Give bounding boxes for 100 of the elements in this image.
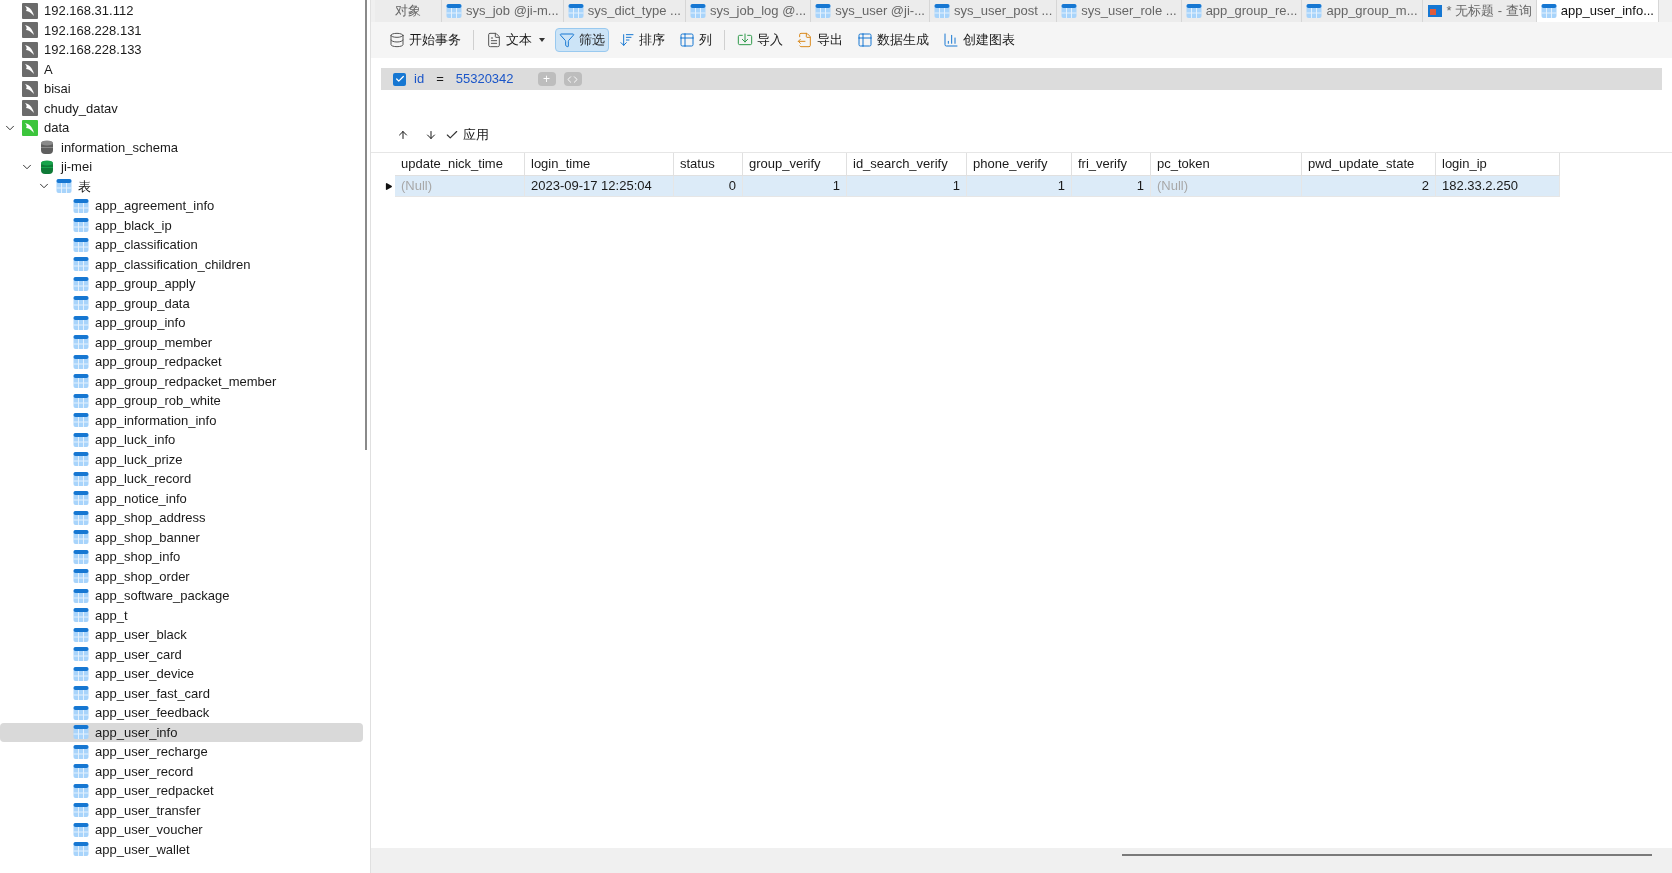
- apply-button[interactable]: 应用: [445, 125, 489, 145]
- tree-item[interactable]: app_group_redpacket: [0, 352, 363, 372]
- toolbar-button[interactable]: 数据生成: [853, 28, 933, 52]
- tree-item[interactable]: app_user_record: [0, 761, 363, 781]
- tree-item[interactable]: app_group_apply: [0, 274, 363, 294]
- table-cell: (Null): [1151, 176, 1302, 197]
- tree-item[interactable]: app_user_card: [0, 644, 363, 664]
- table-icon: [73, 509, 89, 526]
- tree-label: app_luck_prize: [95, 450, 183, 469]
- move-up-icon[interactable]: [397, 129, 409, 141]
- tab[interactable]: sys_job_log @...: [685, 0, 812, 22]
- filter-icon: [559, 32, 575, 48]
- toolbar-button[interactable]: 导入: [733, 28, 787, 52]
- tree-item[interactable]: app_group_info: [0, 313, 363, 333]
- tab[interactable]: sys_dict_type ...: [563, 0, 686, 22]
- tree-label: A: [44, 60, 53, 79]
- table-cell: 1: [847, 176, 967, 197]
- table-icon: [56, 178, 72, 195]
- tab[interactable]: app_user_info...: [1536, 0, 1659, 22]
- tree-label: app_shop_banner: [95, 528, 200, 547]
- tree-item[interactable]: app_user_transfer: [0, 800, 363, 820]
- tree-item[interactable]: app_group_rob_white: [0, 391, 363, 411]
- toolbar-button[interactable]: 列: [675, 28, 716, 52]
- tab[interactable]: sys_user_role ...: [1057, 0, 1182, 22]
- table-cell: 1: [967, 176, 1072, 197]
- tree-item[interactable]: app_classification_children: [0, 254, 363, 274]
- table-icon: [73, 353, 89, 370]
- scrollbar[interactable]: [365, 0, 367, 450]
- tree-item[interactable]: app_notice_info: [0, 488, 363, 508]
- tree-item[interactable]: chudy_datav: [0, 98, 363, 118]
- tree-item[interactable]: app_shop_info: [0, 547, 363, 567]
- tab[interactable]: app_group_re...: [1181, 0, 1303, 22]
- tree-item[interactable]: A: [0, 59, 363, 79]
- table-icon: [1061, 3, 1078, 19]
- tree-item[interactable]: app_user_voucher: [0, 820, 363, 840]
- filter-checkbox[interactable]: [393, 72, 406, 86]
- tree-item[interactable]: app_black_ip: [0, 215, 363, 235]
- toolbar-button[interactable]: 创建图表: [939, 28, 1019, 52]
- tree-item[interactable]: app_t: [0, 605, 363, 625]
- horizontal-scrollbar[interactable]: [1122, 854, 1652, 856]
- tab[interactable]: sys_user @ji-...: [811, 0, 930, 22]
- table-icon: [689, 3, 706, 19]
- tree-item[interactable]: app_user_recharge: [0, 742, 363, 762]
- tree-item[interactable]: 表: [0, 176, 363, 196]
- tree-item[interactable]: information_schema: [0, 137, 363, 157]
- toolbar-button[interactable]: 排序: [615, 28, 669, 52]
- filter-value[interactable]: 55320342: [455, 69, 514, 89]
- tab[interactable]: 对象: [375, 0, 442, 22]
- filter-field[interactable]: id: [414, 69, 425, 89]
- tree-item[interactable]: 192.168.31.112: [0, 1, 363, 21]
- tree-item[interactable]: app_group_data: [0, 293, 363, 313]
- move-down-icon[interactable]: [425, 129, 437, 141]
- table-cell: 182.33.2.250: [1436, 176, 1560, 197]
- tab[interactable]: app_group_m...: [1302, 0, 1423, 22]
- tree-item[interactable]: app_group_member: [0, 332, 363, 352]
- tree-item[interactable]: app_user_device: [0, 664, 363, 684]
- tree-item[interactable]: app_user_info: [0, 722, 363, 742]
- toolbar-button[interactable]: 开始事务: [385, 28, 465, 52]
- filter-operator[interactable]: =: [432, 69, 448, 89]
- tree-item[interactable]: ji-mei: [0, 157, 363, 177]
- tree-item[interactable]: app_group_redpacket_member: [0, 371, 363, 391]
- table-icon: [73, 841, 89, 858]
- tree-label: app_user_redpacket: [95, 782, 214, 800]
- tree-item[interactable]: app_shop_address: [0, 508, 363, 528]
- tree-item[interactable]: 192.168.228.133: [0, 40, 363, 60]
- table-icon: [73, 665, 89, 682]
- tree-item[interactable]: 192.168.228.131: [0, 20, 363, 40]
- tree-item[interactable]: app_agreement_info: [0, 196, 363, 216]
- tab[interactable]: sys_job @ji-m...: [442, 0, 564, 22]
- table-icon: [73, 334, 89, 351]
- toolbar-button[interactable]: 文本: [482, 28, 549, 52]
- table-icon: [73, 704, 89, 721]
- tree-item[interactable]: app_user_black: [0, 625, 363, 645]
- tree-item[interactable]: app_user_redpacket: [0, 781, 363, 801]
- tree-item[interactable]: app_user_wallet: [0, 839, 363, 859]
- toolbar-button[interactable]: 导出: [793, 28, 847, 52]
- tree-label: bisai: [44, 80, 71, 98]
- tree-label: app_group_info: [95, 314, 186, 332]
- table-icon: [1540, 3, 1557, 19]
- tree-label: 192.168.228.133: [44, 41, 142, 59]
- table-icon: [1306, 3, 1323, 19]
- tree-item[interactable]: app_classification: [0, 235, 363, 255]
- table-icon: [1185, 3, 1202, 19]
- tree-item[interactable]: app_luck_record: [0, 469, 363, 489]
- tree-item[interactable]: data: [0, 118, 363, 138]
- tree-item[interactable]: app_information_info: [0, 410, 363, 430]
- tree-item[interactable]: bisai: [0, 79, 363, 99]
- tab[interactable]: sys_user_post ...: [930, 0, 1058, 22]
- tree-item[interactable]: app_user_feedback: [0, 703, 363, 723]
- table-icon: [73, 529, 89, 546]
- toolbar-button[interactable]: 筛选: [555, 28, 609, 52]
- tree-item[interactable]: app_user_fast_card: [0, 683, 363, 703]
- query-icon: [1426, 3, 1443, 19]
- tree-item[interactable]: app_software_package: [0, 586, 363, 606]
- tree-item[interactable]: app_shop_banner: [0, 527, 363, 547]
- tree-item[interactable]: app_luck_info: [0, 430, 363, 450]
- tree-label: app_software_package: [95, 587, 230, 605]
- tree-item[interactable]: app_shop_order: [0, 566, 363, 586]
- tab[interactable]: * 无标题 - 查询: [1422, 0, 1537, 22]
- tree-item[interactable]: app_luck_prize: [0, 449, 363, 469]
